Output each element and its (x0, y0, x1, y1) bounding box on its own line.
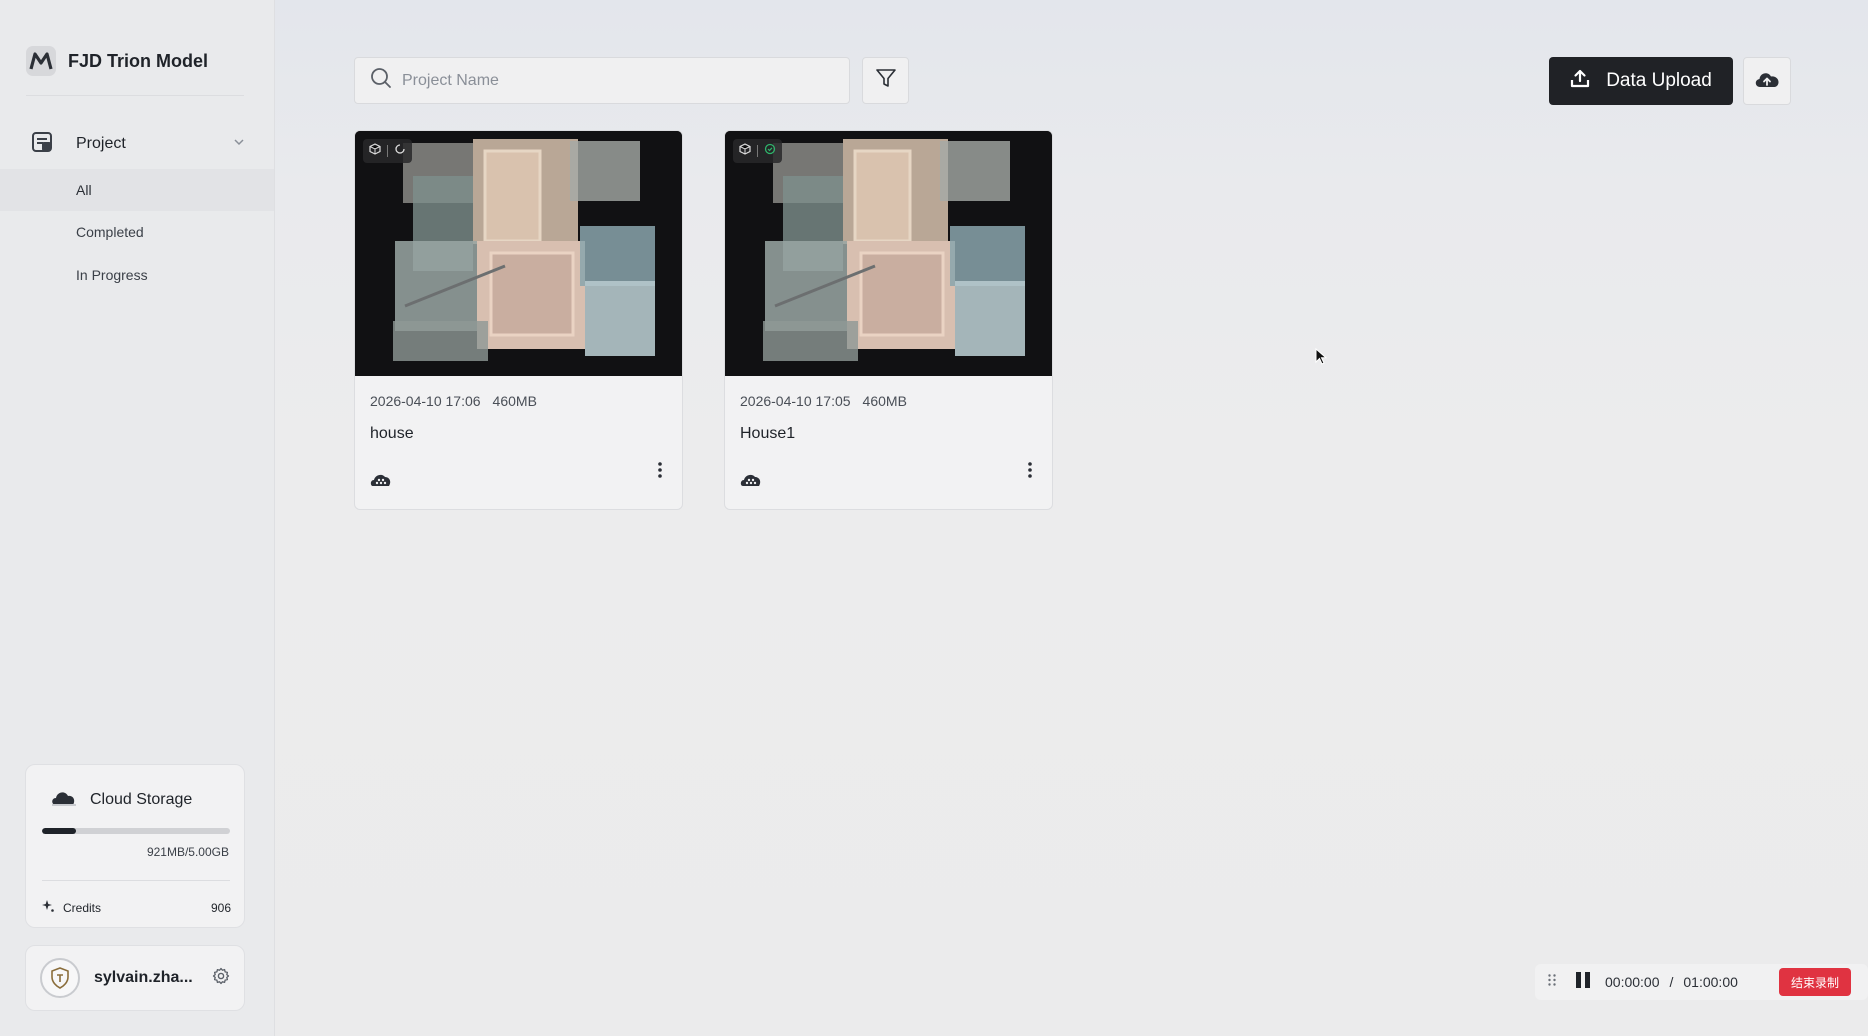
sidebar: FJD Trion Model Project All Completed In… (0, 0, 275, 1036)
recorder-separator: / (1669, 974, 1674, 990)
nav-group-project[interactable]: Project (30, 130, 246, 158)
credits-value: 906 (210, 900, 231, 915)
cloud-upload-icon (1754, 69, 1780, 94)
cloud-storage-icon (50, 787, 78, 812)
recorder-elapsed: 00:00:00 (1605, 974, 1660, 990)
divider (26, 95, 244, 96)
card-status-badge (363, 139, 412, 163)
processing-icon (394, 142, 406, 160)
data-upload-label: Data Upload (1606, 70, 1712, 91)
mouse-cursor-icon (1315, 347, 1328, 371)
sidebar-item-in-progress[interactable]: In Progress (0, 254, 274, 296)
card-title: House1 (740, 425, 796, 442)
card-date: 2026-04-10 17:05 (740, 393, 851, 409)
app-title: FJD Trion Model (68, 50, 209, 71)
card-title: house (370, 425, 414, 442)
brand[interactable]: FJD Trion Model (26, 46, 208, 76)
filter-button[interactable] (862, 57, 909, 104)
card-date: 2026-04-10 17:06 (370, 393, 481, 409)
card-meta: 2026-04-10 17:06 460MB (370, 393, 537, 409)
credits-label: Credits (63, 900, 102, 915)
project-thumbnail[interactable] (355, 131, 682, 376)
sparkle-icon (41, 899, 55, 916)
project-card[interactable]: 2026-04-10 17:05 460MB House1 (724, 130, 1053, 510)
data-upload-button[interactable]: Data Upload (1549, 57, 1733, 105)
nav-group-label: Project (76, 135, 126, 152)
user-name: sylvain.zha... (94, 969, 193, 986)
point-cloud-icon (740, 471, 762, 494)
drag-handle-icon[interactable] (1547, 973, 1557, 992)
divider (757, 145, 758, 157)
upload-icon (1570, 68, 1590, 94)
credits-row: Credits 906 (41, 899, 231, 916)
storage-usage-text: 921MB/5.00GB (146, 845, 229, 859)
card-meta: 2026-04-10 17:05 460MB (740, 393, 907, 409)
more-options-icon[interactable] (654, 458, 666, 487)
point-cloud-icon (370, 471, 392, 494)
model-3d-icon (739, 142, 751, 160)
search-input[interactable] (402, 71, 822, 90)
project-card[interactable]: 2026-04-10 17:06 460MB house (354, 130, 683, 510)
app-logo-icon (26, 46, 56, 76)
gear-icon[interactable] (212, 967, 230, 990)
project-icon (30, 130, 54, 159)
pause-icon[interactable] (1575, 971, 1591, 994)
card-size: 460MB (492, 393, 537, 409)
card-status-badge (733, 139, 782, 163)
project-thumbnail[interactable] (725, 131, 1052, 376)
storage-title: Cloud Storage (90, 790, 193, 808)
stop-recording-button[interactable]: 结束录制 (1779, 968, 1851, 996)
completed-icon (764, 142, 776, 160)
model-3d-icon (369, 142, 381, 160)
storage-progress-bar (42, 828, 230, 834)
storage-progress-fill (42, 828, 76, 834)
filter-icon (875, 67, 897, 94)
card-size: 460MB (862, 393, 907, 409)
more-options-icon[interactable] (1024, 458, 1036, 487)
recorder-limit: 01:00:00 (1683, 974, 1738, 990)
search-icon (370, 67, 392, 94)
divider (387, 145, 388, 157)
avatar[interactable] (40, 958, 80, 998)
sidebar-item-completed[interactable]: Completed (0, 211, 274, 253)
user-card[interactable]: sylvain.zha... (25, 945, 245, 1011)
search-box[interactable] (354, 57, 850, 104)
cloud-storage-card: Cloud Storage 921MB/5.00GB Credits 906 (25, 764, 245, 928)
sidebar-item-all[interactable]: All (0, 169, 274, 211)
recorder-bar: 00:00:00 / 01:00:00 结束录制 (1535, 964, 1868, 1000)
divider (42, 880, 230, 881)
chevron-down-icon (232, 135, 246, 154)
cloud-upload-button[interactable] (1743, 57, 1791, 105)
